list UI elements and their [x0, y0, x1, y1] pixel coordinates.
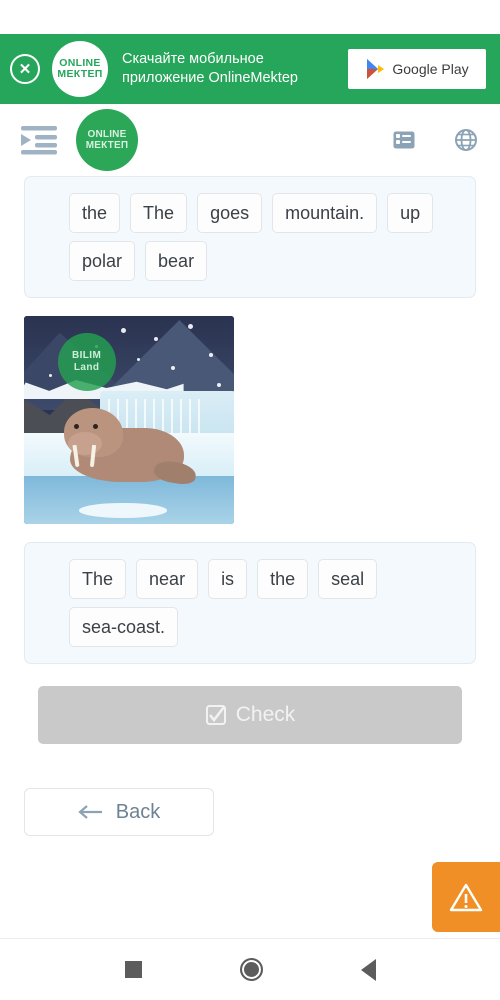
circle-home-icon[interactable] — [239, 958, 263, 981]
report-problem-button[interactable] — [432, 862, 500, 932]
back-button-wrap: Back — [0, 744, 500, 836]
word-tile[interactable]: The — [130, 193, 188, 233]
promo-text-line1: Скачайте мобильное — [122, 51, 264, 67]
app-screen: ✕ ONLINE МЕКТЕП Скачайте мобильное прило… — [0, 0, 500, 1000]
back-button[interactable]: Back — [24, 788, 214, 836]
word-bank-card-one: the The goes mountain. up polar bear — [24, 176, 476, 298]
word-tile[interactable]: up — [387, 193, 434, 233]
answer-area: The near is the seal sea-coast. — [0, 524, 500, 664]
word-tile[interactable]: seal — [318, 559, 378, 599]
google-play-label: Google Play — [392, 61, 469, 77]
snowflake — [154, 336, 159, 341]
triangle-back-icon[interactable] — [360, 958, 376, 981]
illustration-wrap: BILIM Land — [0, 316, 500, 524]
exercise-content: the The goes mountain. up polar bear — [0, 176, 500, 298]
check-button[interactable]: Check — [38, 686, 462, 744]
word-tile[interactable]: sea-coast. — [69, 607, 179, 647]
check-button-wrap: Check — [0, 664, 500, 744]
word-tile[interactable]: goes — [197, 193, 263, 233]
app-logo-line2: МЕКТЕП — [85, 140, 129, 151]
globe-icon[interactable] — [454, 128, 478, 152]
task-list-icon[interactable] — [392, 128, 416, 152]
snowflake — [217, 382, 222, 387]
check-button-label: Check — [235, 703, 296, 726]
word-tile[interactable]: near — [136, 559, 199, 599]
word-tile[interactable]: polar — [69, 241, 136, 281]
snowflake — [171, 365, 175, 370]
word-tile[interactable]: The — [69, 559, 127, 599]
bilim-land-watermark: BILIM Land — [57, 332, 116, 391]
watermark-line2: Land — [73, 361, 100, 373]
word-tile[interactable]: bear — [145, 241, 208, 281]
watermark-line1: BILIM — [71, 349, 102, 361]
app-logo[interactable]: ONLINE МЕКТЕП — [76, 109, 138, 171]
google-play-icon — [367, 59, 385, 79]
walrus-on-ice-illustration[interactable]: BILIM Land — [24, 316, 234, 524]
promo-logo-line2: МЕКТЕП — [57, 68, 103, 80]
app-header: ONLINE МЕКТЕП — [0, 104, 500, 176]
promo-banner: ✕ ONLINE МЕКТЕП Скачайте мобильное прило… — [0, 34, 500, 104]
word-bank-card-two: The near is the seal sea-coast. — [24, 542, 476, 664]
status-strip — [0, 0, 500, 34]
promo-logo: ONLINE МЕКТЕП — [52, 41, 108, 97]
google-play-button[interactable]: Google Play — [348, 49, 486, 89]
warning-triangle-icon — [449, 883, 483, 912]
promo-text-line2: приложение OnlineMektep — [122, 70, 298, 86]
indent-sidebar-icon[interactable] — [18, 123, 60, 157]
close-circle-icon[interactable]: ✕ — [10, 54, 40, 84]
word-tile-row: The near is the seal sea-coast. — [69, 559, 461, 647]
system-nav-bar — [0, 938, 500, 1000]
word-tile[interactable]: is — [208, 559, 248, 599]
word-tile[interactable]: the — [69, 193, 121, 233]
checkbox-checked-icon — [205, 705, 226, 725]
promo-text: Скачайте мобильное приложение OnlineMekt… — [122, 50, 348, 88]
square-recents-icon[interactable] — [124, 961, 142, 978]
app-logo-line1: ONLINE — [87, 129, 127, 140]
word-tile-row: the The goes mountain. up polar bear — [69, 193, 461, 281]
back-button-label: Back — [115, 800, 161, 823]
arrow-left-icon — [78, 805, 102, 819]
word-tile[interactable]: the — [257, 559, 309, 599]
ice-floe — [78, 503, 167, 518]
word-tile[interactable]: mountain. — [272, 193, 378, 233]
